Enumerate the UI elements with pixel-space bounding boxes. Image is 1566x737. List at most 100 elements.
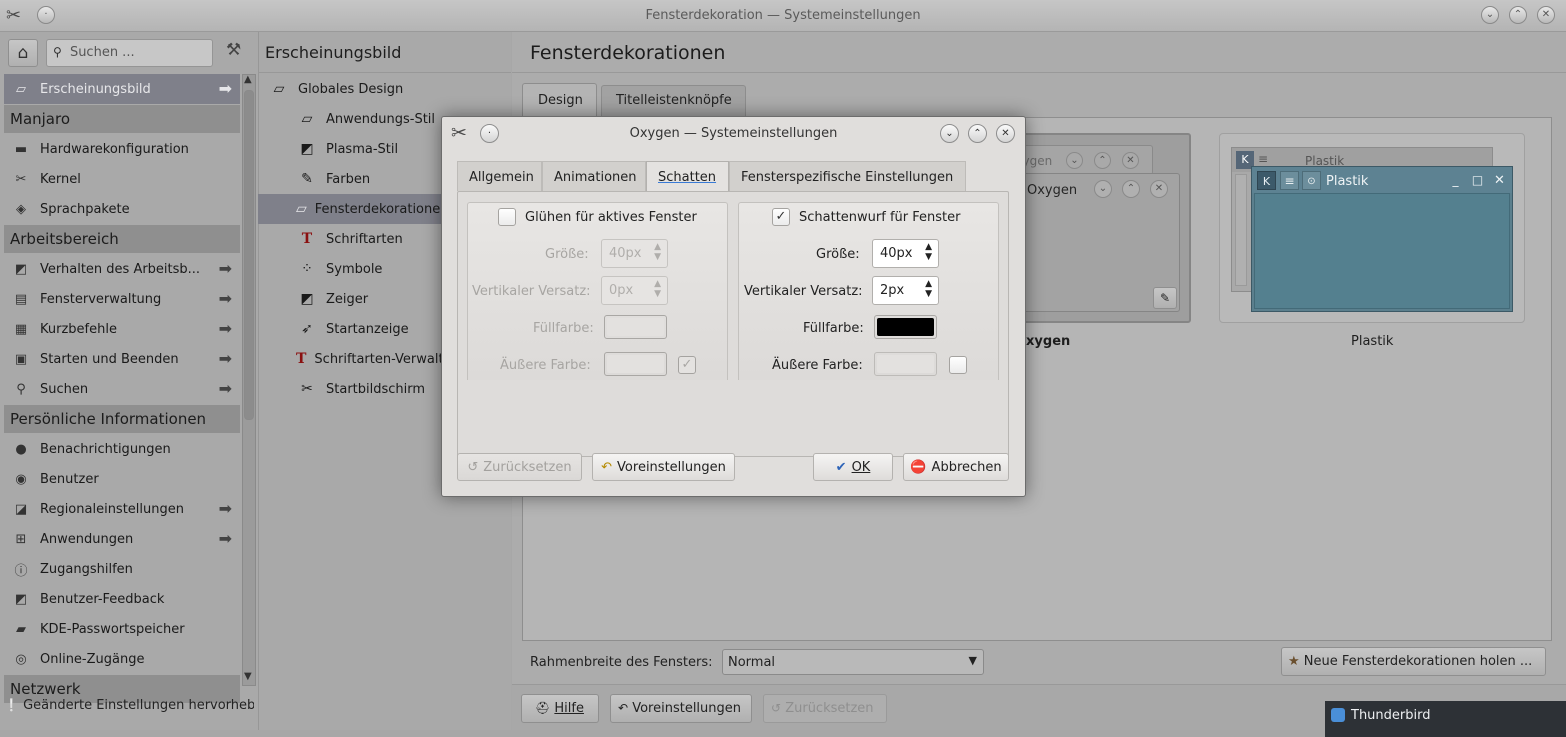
- glow-fill-color-button[interactable]: [604, 315, 667, 339]
- tab-title-buttons-label: Titelleistenknöpfe: [616, 93, 732, 108]
- kcm-item-4[interactable]: ▱ Fensterdekorationen: [258, 194, 442, 224]
- left-scrollbar-handle[interactable]: [244, 90, 254, 420]
- kcm-item-3[interactable]: ✎ Farben: [290, 164, 442, 194]
- sidebar-item-12[interactable]: ● Benachrichtigungen: [4, 434, 240, 464]
- sidebar-item-2[interactable]: ▬ Hardwarekonfiguration: [4, 134, 240, 164]
- sidebar-item-9[interactable]: ▣ Starten und Beenden ➡: [4, 344, 240, 374]
- dialog-defaults-label: Voreinstellungen: [617, 459, 726, 475]
- startup-icon: ▣: [14, 351, 28, 367]
- dialog-maximize-button[interactable]: ⌃: [968, 124, 987, 143]
- cancel-label: Abbrechen: [931, 459, 1002, 475]
- shadow-fill-color-button[interactable]: [874, 315, 937, 339]
- dialog-close-button[interactable]: ✕: [996, 124, 1015, 143]
- spin-arrows-icon: ▲ ▼: [654, 279, 661, 299]
- sidebar-item-3[interactable]: ✂ Kernel: [4, 164, 240, 194]
- scroll-down-icon[interactable]: ▼: [244, 671, 252, 682]
- oxygen-front-close-icon: ✕: [1150, 180, 1168, 198]
- home-icon[interactable]: ⌂: [8, 39, 38, 67]
- plastik-front-maximize-icon: □: [1471, 173, 1484, 187]
- get-new-decorations-label: Neue Fensterdekorationen holen ...: [1303, 654, 1533, 669]
- kcm-item-2[interactable]: ◩ Plasma-Stil: [290, 134, 442, 164]
- notifications-icon: ●: [15, 441, 27, 457]
- sidebar-item-7[interactable]: ▤ Fensterverwaltung ➡: [4, 284, 240, 314]
- sidebar-item-18[interactable]: ▰ KDE-Passwortspeicher: [4, 614, 240, 644]
- glow-checkbox[interactable]: [498, 208, 516, 226]
- dialog-reset-button[interactable]: ↺ Zurücksetzen: [457, 453, 582, 481]
- notification-popup[interactable]: Thunderbird: [1325, 701, 1566, 737]
- glow-outer-checkbox[interactable]: ✓: [678, 356, 696, 374]
- main-defaults-button[interactable]: ↶ Voreinstellungen: [610, 694, 752, 723]
- glow-offset-label: Vertikaler Versatz:: [472, 284, 591, 299]
- glow-offset-value: 0px: [609, 283, 634, 298]
- arrow-right-icon: ➡: [218, 499, 232, 518]
- kcm-item-1[interactable]: ▱ Anwendungs-Stil: [290, 104, 442, 134]
- main-reset-button[interactable]: ↺ Zurücksetzen: [763, 694, 887, 723]
- sidebar-item-17[interactable]: ◩ Benutzer-Feedback: [4, 584, 240, 614]
- get-new-decorations-button[interactable]: ★ Neue Fensterdekorationen holen ...: [1281, 647, 1546, 676]
- ok-button[interactable]: ✔ OK: [813, 453, 893, 481]
- help-button[interactable]: ⛑ Hilfe: [521, 694, 599, 723]
- cancel-button[interactable]: ⛔ Abbrechen: [903, 453, 1009, 481]
- glow-offset-spinbox[interactable]: 0px ▲ ▼: [601, 276, 668, 305]
- help-icon: ⛑: [535, 701, 551, 715]
- tab-general[interactable]: Allgemein: [457, 161, 542, 191]
- search-input[interactable]: ⚲ Suchen ...: [46, 39, 213, 67]
- shadow-outer-checkbox[interactable]: [949, 356, 967, 374]
- shadow-offset-value: 2px: [880, 283, 905, 298]
- shadow-fill-swatch: [877, 318, 934, 336]
- sidebar-item-6[interactable]: ◩ Verhalten des Arbeitsb... ➡: [4, 254, 240, 284]
- sidebar-item-label: Benutzer-Feedback: [40, 591, 165, 607]
- tab-window-specific[interactable]: Fensterspezifische Einstellungen: [729, 161, 966, 191]
- sidebar-item-13[interactable]: ◉ Benutzer: [4, 464, 240, 494]
- configure-icon[interactable]: ⚒: [226, 40, 241, 60]
- oxygen-back-close-icon: ✕: [1122, 152, 1139, 169]
- shadow-offset-spinbox[interactable]: 2px ▲ ▼: [872, 276, 939, 305]
- glow-size-spinbox[interactable]: 40px ▲ ▼: [601, 239, 668, 268]
- close-button[interactable]: ✕: [1537, 6, 1555, 24]
- plastik-front-minimize-icon: _: [1452, 173, 1459, 187]
- tab-title-buttons[interactable]: Titelleistenknöpfe: [601, 85, 746, 117]
- highlight-changed-checkbox[interactable]: ❕ Geänderte Einstellungen hervorheb: [4, 698, 254, 722]
- glow-outer-color-button[interactable]: [604, 352, 667, 376]
- kcm-item-9[interactable]: T Schriftarten-Verwaltung: [290, 344, 442, 374]
- plastik-back-menu-icon: ≡: [1258, 152, 1269, 166]
- glow-outer-swatch: [607, 355, 664, 373]
- sidebar-item-label: Starten und Beenden: [40, 351, 179, 367]
- kcm-item-5[interactable]: T Schriftarten: [290, 224, 442, 254]
- sidebar-item-15[interactable]: ⊞ Anwendungen ➡: [4, 524, 240, 554]
- shadow-size-spinbox[interactable]: 40px ▲ ▼: [872, 239, 939, 268]
- tab-design-label: Design: [538, 93, 583, 108]
- minimize-button[interactable]: ⌄: [1481, 6, 1499, 24]
- language-icon: ◈: [16, 201, 26, 217]
- shadow-outer-color-button[interactable]: [874, 352, 937, 376]
- sidebar-item-10[interactable]: ⚲ Suchen ➡: [4, 374, 240, 404]
- kcm-item-label: Schriftarten: [326, 231, 403, 247]
- shadow-fill-label: Füllfarbe:: [803, 321, 864, 336]
- kcm-item-6[interactable]: ⁘ Symbole: [290, 254, 442, 284]
- dialog-defaults-button[interactable]: ↶ Voreinstellungen: [592, 453, 735, 481]
- tab-design[interactable]: Design: [522, 83, 597, 117]
- maximize-button[interactable]: ⌃: [1509, 6, 1527, 24]
- sidebar-item-4[interactable]: ◈ Sprachpakete: [4, 194, 240, 224]
- shadow-checkbox[interactable]: ✓: [772, 208, 790, 226]
- sidebar-item-8[interactable]: ▦ Kurzbefehle ➡: [4, 314, 240, 344]
- plastik-front-title: Plastik: [1326, 174, 1369, 189]
- dialog-minimize-button[interactable]: ⌄: [940, 124, 959, 143]
- sidebar-item-label: Online-Zugänge: [40, 651, 145, 667]
- kcm-item-7[interactable]: ◩ Zeiger: [290, 284, 442, 314]
- sidebar-item-14[interactable]: ◪ Regionaleinstellungen ➡: [4, 494, 240, 524]
- tab-animations[interactable]: Animationen: [542, 161, 646, 191]
- sidebar-item-0[interactable]: ▱ Erscheinungsbild ➡: [4, 74, 240, 104]
- edit-icon[interactable]: ✎: [1153, 287, 1177, 309]
- border-size-select[interactable]: Normal ▼: [722, 649, 984, 675]
- kcm-item-8[interactable]: ➶ Startanzeige: [290, 314, 442, 344]
- kcm-item-0[interactable]: ▱ Globales Design: [262, 74, 510, 104]
- kcm-item-10[interactable]: ✂ Startbildschirm: [290, 374, 442, 404]
- glow-size-label: Größe:: [545, 247, 589, 262]
- tab-shadows[interactable]: Schatten: [646, 161, 729, 191]
- dialog-title: Oxygen — Systemeinstellungen: [629, 126, 838, 141]
- sidebar-item-19[interactable]: ◎ Online-Zugänge: [4, 644, 240, 674]
- chevron-down-icon: ▼: [968, 654, 977, 667]
- sidebar-item-16[interactable]: ⓘ Zugangshilfen: [4, 554, 240, 584]
- scroll-up-icon[interactable]: ▲: [244, 74, 252, 85]
